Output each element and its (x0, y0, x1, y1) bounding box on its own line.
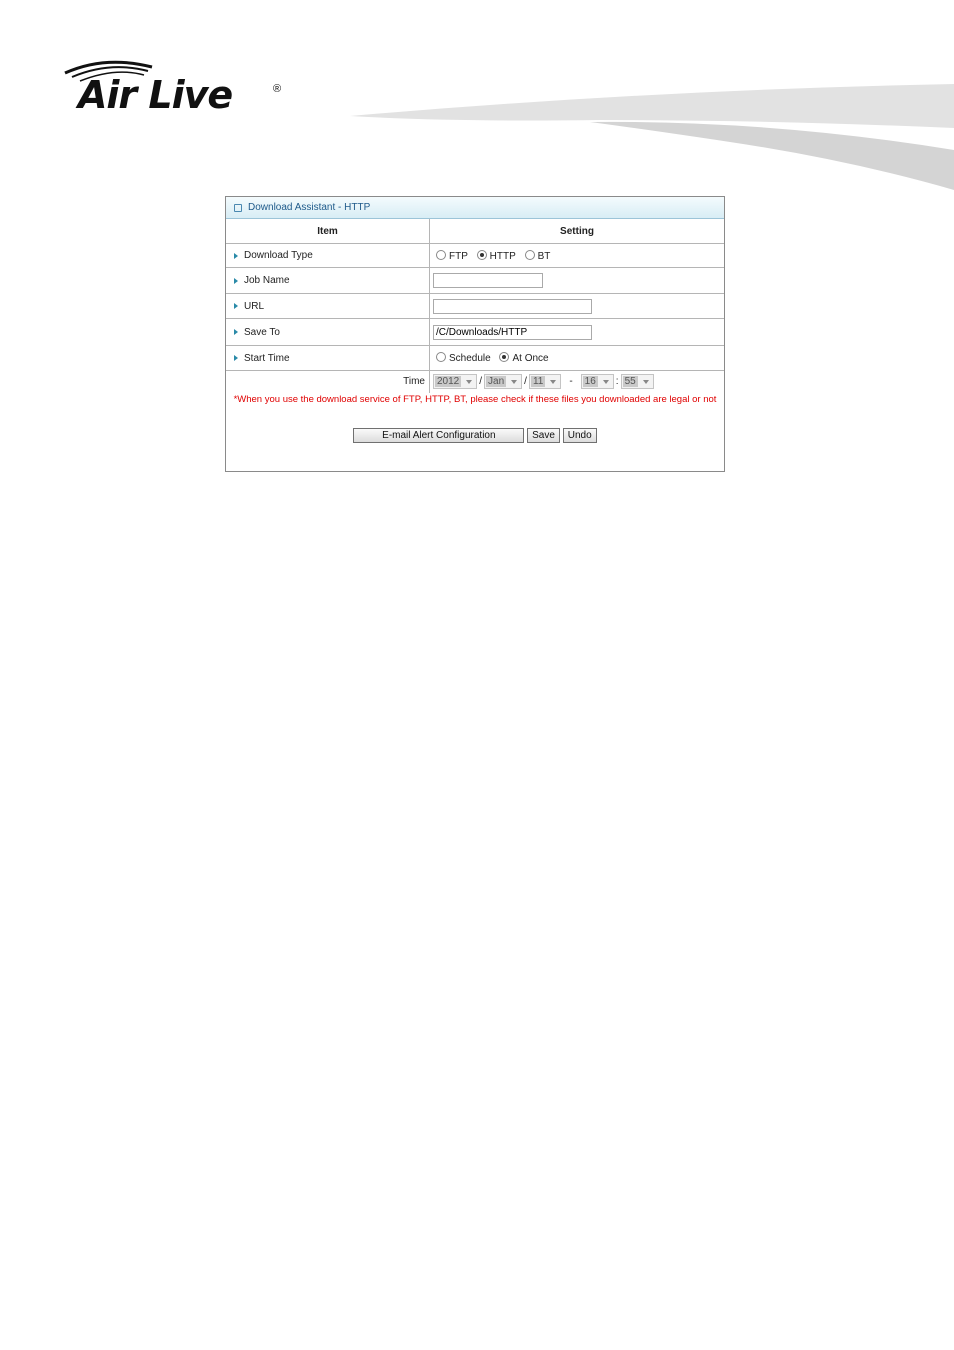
job-name-input[interactable] (433, 273, 543, 288)
panel-square-icon (234, 203, 242, 212)
bullet-arrow-icon (234, 277, 238, 284)
column-header-setting: Setting (429, 219, 724, 244)
row-download-type: Download Type FTP HTTP BT (226, 243, 724, 268)
email-alert-config-button[interactable]: E-mail Alert Configuration (353, 427, 525, 443)
job-name-label: Job Name (244, 275, 290, 286)
day-select[interactable]: 11 (528, 374, 562, 390)
radio-checked-icon[interactable] (476, 249, 487, 260)
chevron-down-icon (511, 379, 518, 384)
header-decoration (350, 84, 954, 190)
chevron-down-icon (642, 379, 649, 384)
panel-title: Download Assistant - HTTP (248, 202, 371, 213)
hour-select[interactable]: 16 (580, 374, 614, 390)
radio-schedule[interactable]: Schedule (436, 352, 491, 364)
chevron-down-icon (466, 379, 473, 384)
radio-icon[interactable] (524, 249, 535, 260)
radio-bt[interactable]: BT (524, 249, 550, 262)
row-start-time: Start Time Schedule At Once (226, 345, 724, 371)
row-save-to: Save To (226, 318, 724, 346)
year-select[interactable]: 2012 (433, 374, 478, 390)
minute-select[interactable]: 55 (620, 374, 654, 390)
bullet-arrow-icon (234, 329, 238, 335)
logo-registered-mark: ® (273, 83, 282, 95)
save-to-input[interactable] (433, 324, 592, 340)
bullet-arrow-icon (234, 303, 238, 309)
settings-table: Item Setting Download Type FTP HTTP BT J… (226, 219, 724, 393)
bullet-arrow-icon (234, 252, 238, 259)
column-header-item: Item (226, 219, 430, 244)
panel-header: Download Assistant - HTTP (226, 197, 724, 219)
logo-text: Air Live (78, 73, 233, 117)
bullet-arrow-icon (234, 355, 238, 361)
radio-http[interactable]: HTTP (476, 249, 516, 262)
airlive-logo: Air Live ® (60, 55, 290, 125)
download-assistant-panel: Download Assistant - HTTP Item Setting D… (225, 196, 725, 472)
start-time-label: Start Time (244, 352, 290, 364)
radio-icon[interactable] (436, 249, 446, 260)
row-url: URL (226, 293, 724, 319)
download-type-label: Download Type (244, 250, 313, 261)
chevron-down-icon (550, 379, 557, 384)
radio-checked-icon[interactable] (499, 352, 510, 362)
save-button[interactable]: Save (527, 427, 560, 443)
row-time: Time 2012/Jan/11-16:55 (226, 370, 724, 393)
table-header-row: Item Setting (226, 219, 724, 244)
radio-ftp[interactable]: FTP (436, 249, 468, 262)
url-input[interactable] (433, 298, 592, 314)
url-label: URL (244, 300, 265, 312)
button-bar: E-mail Alert Configuration Save Undo (226, 427, 724, 443)
chevron-down-icon (602, 379, 609, 384)
month-select[interactable]: Jan (484, 374, 523, 390)
radio-at-once[interactable]: At Once (499, 352, 549, 364)
row-job-name: Job Name (226, 267, 724, 294)
save-to-label: Save To (244, 326, 280, 338)
undo-button[interactable]: Undo (562, 427, 597, 443)
radio-icon[interactable] (436, 352, 446, 362)
legal-warning: *When you use the download service of FT… (233, 393, 717, 405)
time-label: Time (226, 370, 430, 393)
